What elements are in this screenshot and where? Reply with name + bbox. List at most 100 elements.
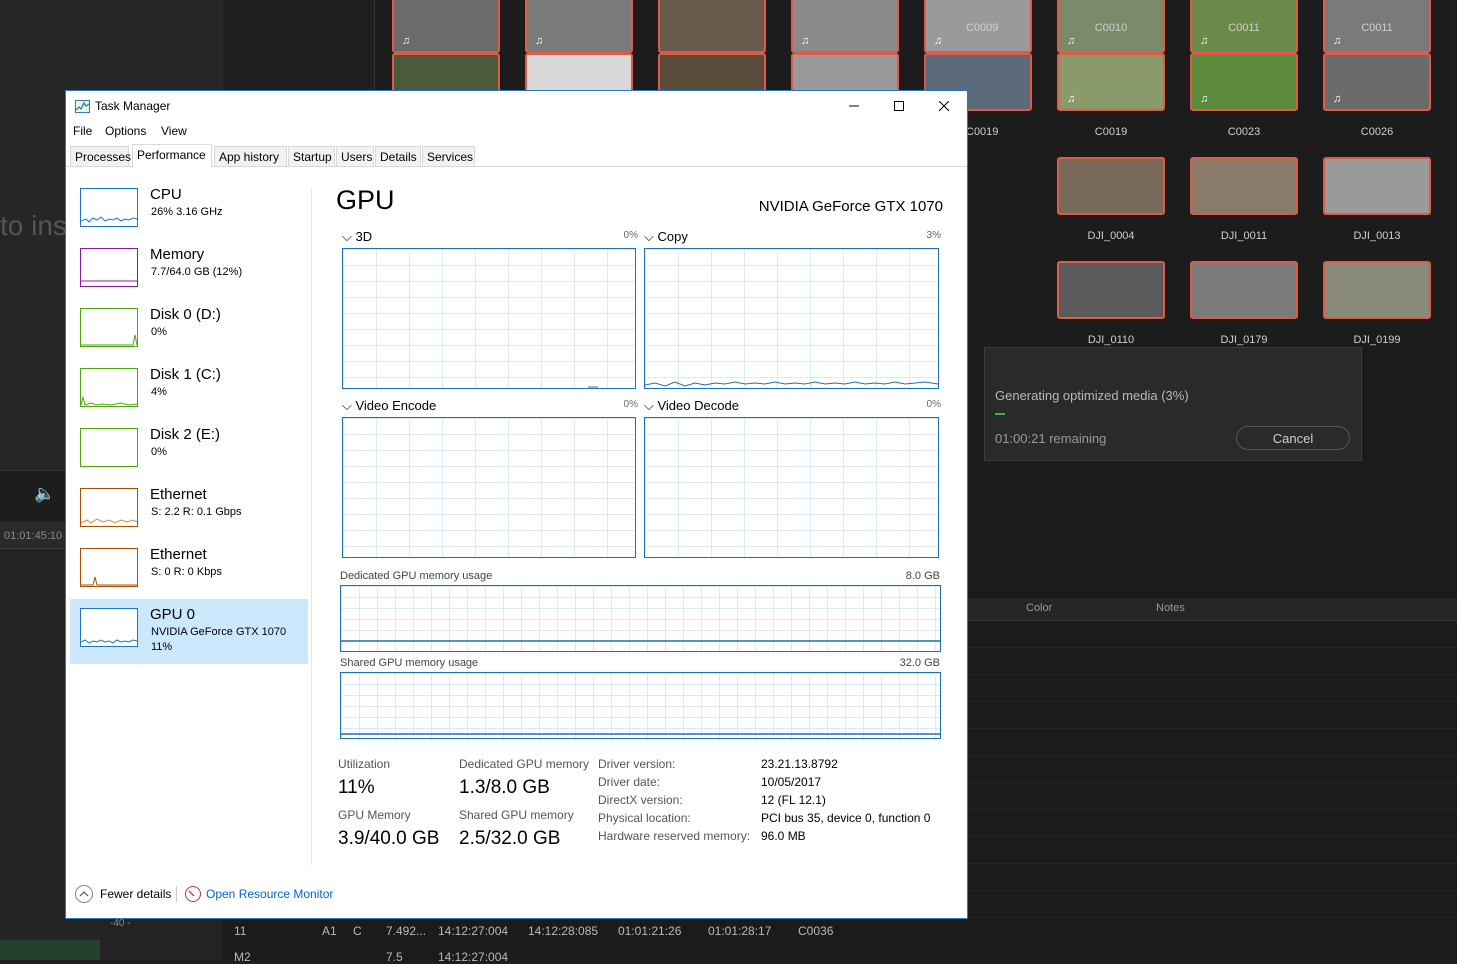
- open-resource-monitor-link[interactable]: Open Resource Monitor: [206, 887, 333, 901]
- tab-startup[interactable]: Startup: [288, 146, 335, 166]
- sidebar-gpu-model: NVIDIA GeForce GTX 1070: [151, 626, 287, 638]
- tab-app-history[interactable]: App history: [214, 146, 287, 166]
- close-icon: [939, 101, 949, 111]
- audio-note-icon: ♫: [535, 35, 544, 47]
- engine-3d-label[interactable]: ⌵ 3D: [342, 229, 372, 245]
- shared-mem-label: Shared GPU memory usage: [340, 657, 479, 669]
- sidebar-item-memory[interactable]: Memory 7.7/64.0 GB (12%): [70, 239, 308, 299]
- media-thumbnail[interactable]: [1323, 261, 1431, 319]
- reserved-mem-label: Hardware reserved memory:: [598, 829, 751, 843]
- column-notes[interactable]: Notes: [1156, 602, 1185, 614]
- dedicated-mem-graph: [340, 585, 941, 652]
- tab-details[interactable]: Details: [375, 146, 421, 166]
- engine-decode-graph: [644, 417, 939, 558]
- sidebar-sub: 7.7/64.0 GB (12%): [151, 266, 243, 278]
- media-thumbnail[interactable]: [1190, 157, 1298, 215]
- sidebar-sub: NVIDIA GeForce GTX 1070 11%: [151, 625, 286, 655]
- tab-processes[interactable]: Processes: [70, 146, 131, 166]
- title-bar[interactable]: Task Manager: [66, 91, 967, 121]
- audio-note-icon: ♫: [801, 35, 810, 47]
- maximize-button[interactable]: [876, 91, 922, 121]
- sidebar-item-gpu0[interactable]: GPU 0 NVIDIA GeForce GTX 1070 11%: [70, 599, 308, 664]
- media-thumbnail[interactable]: ♫: [1190, 53, 1298, 111]
- gpu-mem-label: GPU Memory: [338, 808, 411, 822]
- engine-decode-label[interactable]: ⌵ Video Decode: [644, 398, 739, 414]
- sidebar-item-cpu[interactable]: CPU 26% 3.16 GHz: [70, 179, 308, 239]
- ethernet2-mini-graph: [80, 548, 138, 587]
- tab-performance[interactable]: Performance: [132, 144, 212, 168]
- disk0-mini-graph-line: [81, 334, 138, 346]
- gpu-mem-value: 3.9/40.0 GB: [338, 828, 440, 849]
- disk1-mini-graph: [80, 368, 138, 407]
- sidebar-item-disk1[interactable]: Disk 1 (C:) 4%: [70, 359, 308, 419]
- sidebar-item-ethernet-1[interactable]: Ethernet S: 2.2 R: 0.1 Gbps: [70, 479, 308, 539]
- audio-note-icon: ♫: [1067, 93, 1076, 105]
- media-thumbnail-label: C0023: [1227, 126, 1261, 138]
- media-thumbnail[interactable]: [1323, 157, 1431, 215]
- audio-note-icon: ♫: [1200, 35, 1209, 47]
- speaker-icon[interactable]: 🔈: [34, 484, 55, 504]
- close-button[interactable]: [921, 91, 967, 121]
- audio-note-icon: ♫: [1333, 93, 1342, 105]
- menu-options[interactable]: Options: [105, 124, 146, 138]
- sidebar-name: Ethernet: [150, 546, 207, 563]
- engine-encode-label[interactable]: ⌵ Video Encode: [342, 398, 436, 414]
- row-end-tc: 14:12:28:085: [528, 924, 599, 938]
- media-thumbnail[interactable]: ♫: [525, 0, 633, 53]
- media-thumbnail[interactable]: [1057, 261, 1165, 319]
- sidebar-name: Ethernet: [150, 486, 207, 503]
- engine-copy-label[interactable]: ⌵ Copy: [644, 229, 688, 245]
- media-thumbnail[interactable]: ♫: [1057, 53, 1165, 111]
- engine-3d-graph-line: [588, 386, 598, 388]
- maximize-icon: [894, 101, 904, 111]
- insert-hint-text: to ins: [0, 210, 67, 241]
- minimize-button[interactable]: [831, 91, 877, 121]
- engine-name: Video Decode: [657, 398, 739, 413]
- chevron-down-icon: ⌵: [342, 229, 352, 244]
- sidebar-gpu-pct: 11%: [151, 641, 173, 653]
- column-color[interactable]: Color: [1026, 602, 1052, 614]
- tab-services[interactable]: Services: [422, 146, 475, 166]
- engine-name: Copy: [657, 229, 688, 244]
- media-thumbnail-label: C0011: [1228, 22, 1260, 34]
- gpu-mini-graph: [80, 608, 138, 647]
- engine-decode-pct: 0%: [926, 399, 941, 410]
- menu-file[interactable]: File: [73, 124, 92, 138]
- location-label: Physical location:: [598, 811, 691, 825]
- engine-3d-graph: [342, 248, 636, 389]
- sidebar-item-disk0[interactable]: Disk 0 (D:) 0%: [70, 299, 308, 359]
- cancel-button[interactable]: Cancel: [1236, 426, 1350, 450]
- chevron-up-icon[interactable]: [75, 885, 93, 903]
- shared-mem-graph-line: [341, 733, 940, 735]
- chevron-down-icon: ⌵: [644, 398, 654, 413]
- resource-monitor-icon-shape: [188, 890, 195, 897]
- media-thumbnail[interactable]: [1057, 157, 1165, 215]
- media-thumbnail[interactable]: ♫: [1323, 53, 1431, 111]
- driver-date-label: Driver date:: [598, 775, 661, 789]
- sidebar-sub: S: 0 R: 0 Kbps: [151, 566, 222, 578]
- menu-view[interactable]: View: [161, 124, 187, 138]
- directx-label: DirectX version:: [598, 793, 683, 807]
- gpu-mini-graph-line: [80, 639, 138, 644]
- media-thumbnail[interactable]: ♫: [791, 0, 899, 53]
- audio-meter-tick: -40 -: [110, 918, 131, 929]
- sidebar-sub: S: 2.2 R: 0.1 Gbps: [151, 506, 242, 518]
- sidebar-sub: 4%: [151, 386, 167, 398]
- sidebar-item-ethernet-2[interactable]: Ethernet S: 0 R: 0 Kbps: [70, 539, 308, 599]
- media-thumbnail[interactable]: ♫: [392, 0, 500, 53]
- dedicated-label: Dedicated GPU memory: [459, 757, 590, 771]
- driver-date-value: 10/05/2017: [761, 775, 822, 789]
- media-thumbnail[interactable]: [1190, 261, 1298, 319]
- shared-mem-graph: [340, 672, 941, 739]
- shared-label: Shared GPU memory: [459, 808, 574, 822]
- row-number: 11: [234, 924, 247, 938]
- resource-monitor-icon[interactable]: [185, 886, 201, 902]
- directx-value: 12 (FL 12.1): [761, 793, 826, 807]
- sidebar-name: Disk 2 (E:): [150, 426, 221, 443]
- media-thumbnail[interactable]: [658, 0, 766, 53]
- engine-name: Video Encode: [355, 398, 437, 413]
- audio-note-icon: ♫: [402, 35, 411, 47]
- sidebar-item-disk2[interactable]: Disk 2 (E:) 0%: [70, 419, 308, 479]
- fewer-details-button[interactable]: Fewer details: [100, 887, 171, 901]
- tab-users[interactable]: Users: [336, 146, 374, 166]
